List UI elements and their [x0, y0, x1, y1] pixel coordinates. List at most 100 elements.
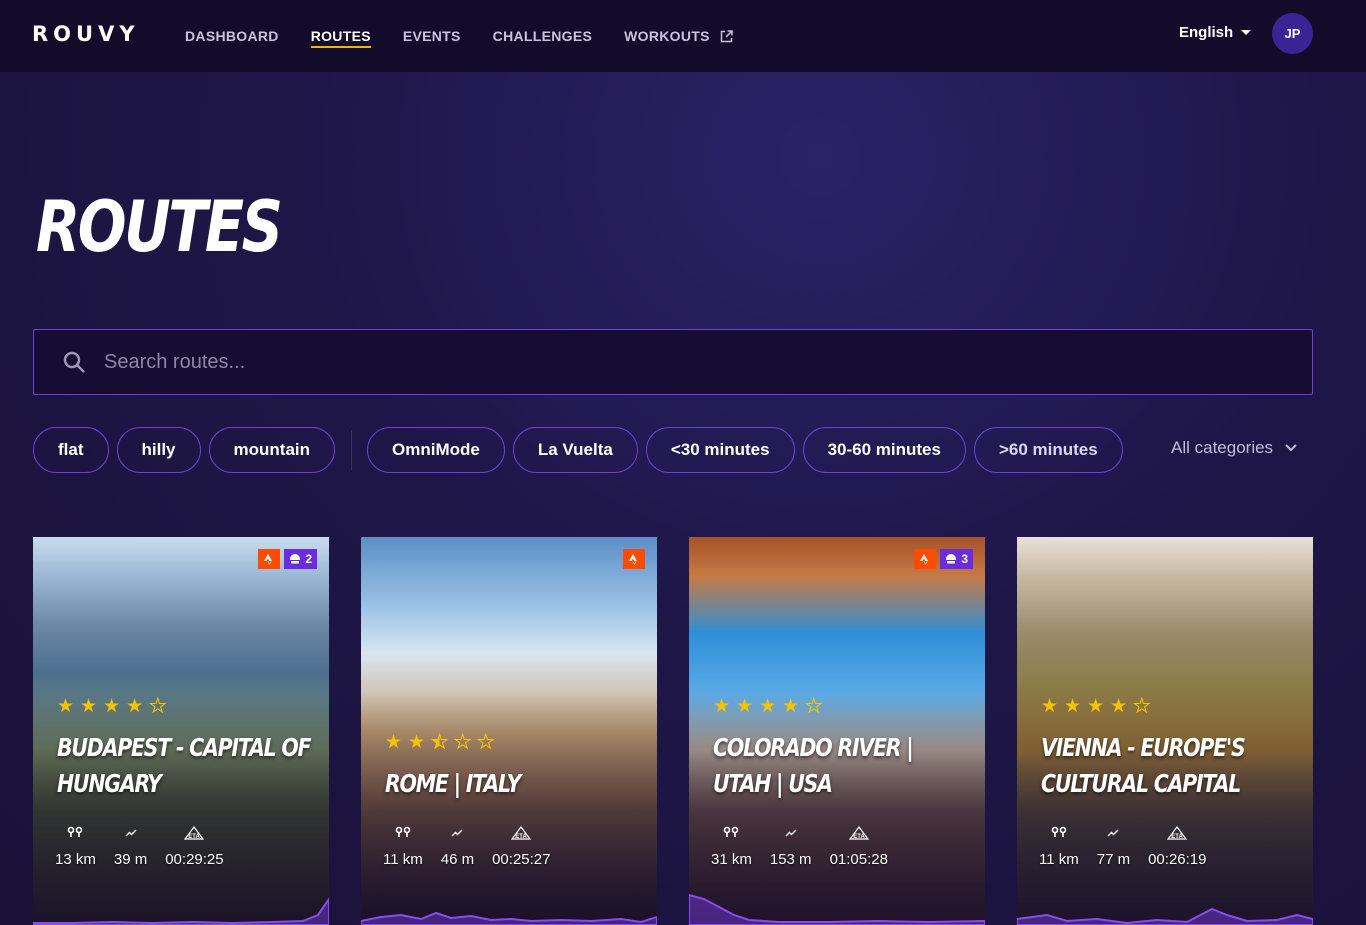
strava-icon: [914, 549, 937, 569]
route-title: Colorado River | Utah | USA: [713, 733, 914, 798]
elevation-profile: [1017, 907, 1313, 925]
distance-value: 13 km: [55, 851, 96, 868]
distance-icon: [1051, 825, 1067, 841]
svg-text:ETA: ETA: [853, 834, 865, 840]
elevation-stat: 39 m: [114, 825, 147, 868]
route-card[interactable]: ★ ★ ★ ★ ★ Rome | Italy 11 km 46 m ETA 00…: [361, 537, 657, 925]
route-stats: 11 km 46 m ETA 00:25:27: [383, 825, 568, 868]
filter-chips: flat hilly mountain OmniMode La Vuelta <…: [33, 427, 1131, 473]
star-icon: ★: [1041, 696, 1059, 717]
eta-stat: ETA 00:25:27: [492, 825, 550, 868]
star-icon: ★: [385, 732, 403, 753]
eta-icon: ETA: [511, 825, 532, 841]
star-icon: ★: [1087, 696, 1105, 717]
distance-stat: 31 km: [711, 825, 752, 868]
star-icon: ★: [80, 696, 98, 717]
main-nav: DASHBOARD ROUTES EVENTS CHALLENGES WORKO…: [185, 0, 733, 72]
elevation-value: 77 m: [1096, 851, 1131, 868]
external-link-icon: [720, 29, 733, 42]
eta-stat: ETA 01:05:28: [830, 825, 888, 868]
language-label: English: [1179, 24, 1234, 41]
nav-events[interactable]: EVENTS: [403, 0, 461, 72]
route-cards: 2 ★ ★ ★ ★ ★ Budapest - Capital of Hungar…: [33, 537, 1313, 925]
rouvy-logo[interactable]: ROUVY: [32, 22, 140, 46]
eta-value: 00:25:27: [492, 851, 551, 868]
svg-text:ETA: ETA: [516, 834, 528, 840]
chip-under-30-minutes[interactable]: <30 minutes: [645, 427, 795, 473]
elevation-profile: [689, 893, 985, 925]
card-badges: 3: [914, 549, 973, 569]
nav-challenges[interactable]: CHALLENGES: [493, 0, 592, 72]
route-title: Vienna - Europe's Cultural Capital: [1041, 733, 1246, 798]
eta-stat: ETA 00:26:19: [1148, 825, 1206, 868]
elevation-icon: [785, 825, 797, 841]
group-ride-count: 3: [961, 552, 968, 566]
elevation-stat: 153 m: [770, 825, 812, 868]
search-icon: [63, 351, 85, 373]
chip-la-vuelta[interactable]: La Vuelta: [512, 427, 638, 473]
user-avatar[interactable]: JP: [1272, 13, 1313, 54]
elevation-profile: [361, 911, 657, 925]
nav-workouts[interactable]: WORKOUTS: [624, 0, 733, 72]
chip-30-60-minutes[interactable]: 30-60 minutes: [802, 427, 966, 473]
eta-icon: ETA: [1167, 825, 1188, 841]
strava-icon: [623, 549, 645, 569]
star-icon: ★: [1064, 696, 1082, 717]
distance-value: 31 km: [711, 851, 752, 868]
distance-icon: [67, 825, 83, 841]
chip-divider: [351, 430, 353, 470]
helmet-icon: [946, 554, 957, 564]
star-empty-icon: ★: [805, 696, 823, 718]
elevation-icon: [451, 825, 463, 841]
rating-stars: ★ ★ ★ ★ ★: [57, 695, 167, 718]
chip-flat[interactable]: flat: [33, 427, 109, 473]
chip-omnimode[interactable]: OmniMode: [367, 427, 505, 473]
star-icon: ★: [57, 696, 75, 717]
chevron-down-icon: [1285, 444, 1297, 452]
nav-dashboard[interactable]: DASHBOARD: [185, 0, 279, 72]
route-card[interactable]: 2 ★ ★ ★ ★ ★ Budapest - Capital of Hungar…: [33, 537, 329, 925]
eta-icon: ETA: [184, 825, 205, 841]
star-icon: ★: [408, 732, 426, 753]
star-icon: ★: [103, 696, 121, 717]
route-stats: 11 km 77 m ETA 00:26:19: [1039, 825, 1224, 868]
search-bar: [33, 329, 1313, 395]
route-card[interactable]: ★ ★ ★ ★ ★ Vienna - Europe's Cultural Cap…: [1017, 537, 1313, 925]
elevation-value: 39 m: [113, 851, 148, 868]
route-stats: 31 km 153 m ETA 01:05:28: [711, 825, 906, 868]
chip-mountain[interactable]: mountain: [208, 427, 336, 473]
elevation-profile: [33, 897, 329, 925]
elevation-value: 153 m: [769, 851, 812, 868]
eta-value: 01:05:28: [829, 851, 888, 868]
group-ride-count: 2: [305, 552, 312, 566]
rating-stars: ★ ★ ★ ★ ★: [713, 695, 823, 718]
top-navigation-bar: ROUVY DASHBOARD ROUTES EVENTS CHALLENGES…: [0, 0, 1366, 72]
star-empty-icon: ★: [477, 732, 495, 754]
nav-routes[interactable]: ROUTES: [310, 0, 371, 72]
distance-stat: 11 km: [1039, 825, 1079, 868]
eta-stat: ETA 00:29:25: [165, 825, 224, 868]
eta-value: 00:26:19: [1148, 851, 1207, 868]
card-badges: [623, 549, 645, 569]
star-empty-icon: ★: [454, 732, 472, 754]
language-selector[interactable]: English: [1179, 24, 1252, 41]
route-title: Rome | Italy: [385, 769, 521, 798]
star-icon: ★: [126, 696, 144, 717]
group-ride-badge: 3: [940, 549, 973, 569]
route-stats: 13 km 39 m ETA 00:29:25: [55, 825, 242, 868]
strava-icon: [258, 549, 281, 569]
star-icon: ★: [759, 696, 777, 717]
elevation-icon: [125, 825, 137, 841]
group-ride-badge: 2: [284, 549, 317, 569]
chip-hilly[interactable]: hilly: [116, 427, 201, 473]
category-select[interactable]: All categories: [1171, 438, 1297, 458]
card-badges: 2: [258, 549, 317, 569]
distance-value: 11 km: [383, 851, 423, 868]
chip-over-60-minutes[interactable]: >60 minutes: [973, 427, 1123, 473]
star-empty-icon: ★: [1133, 696, 1151, 718]
nav-workouts-label: WORKOUTS: [624, 28, 710, 44]
search-input[interactable]: [104, 350, 1204, 374]
category-select-label: All categories: [1171, 438, 1274, 457]
route-card[interactable]: 3 ★ ★ ★ ★ ★ Colorado River | Utah | USA …: [689, 537, 985, 925]
star-icon: ★: [713, 696, 731, 717]
